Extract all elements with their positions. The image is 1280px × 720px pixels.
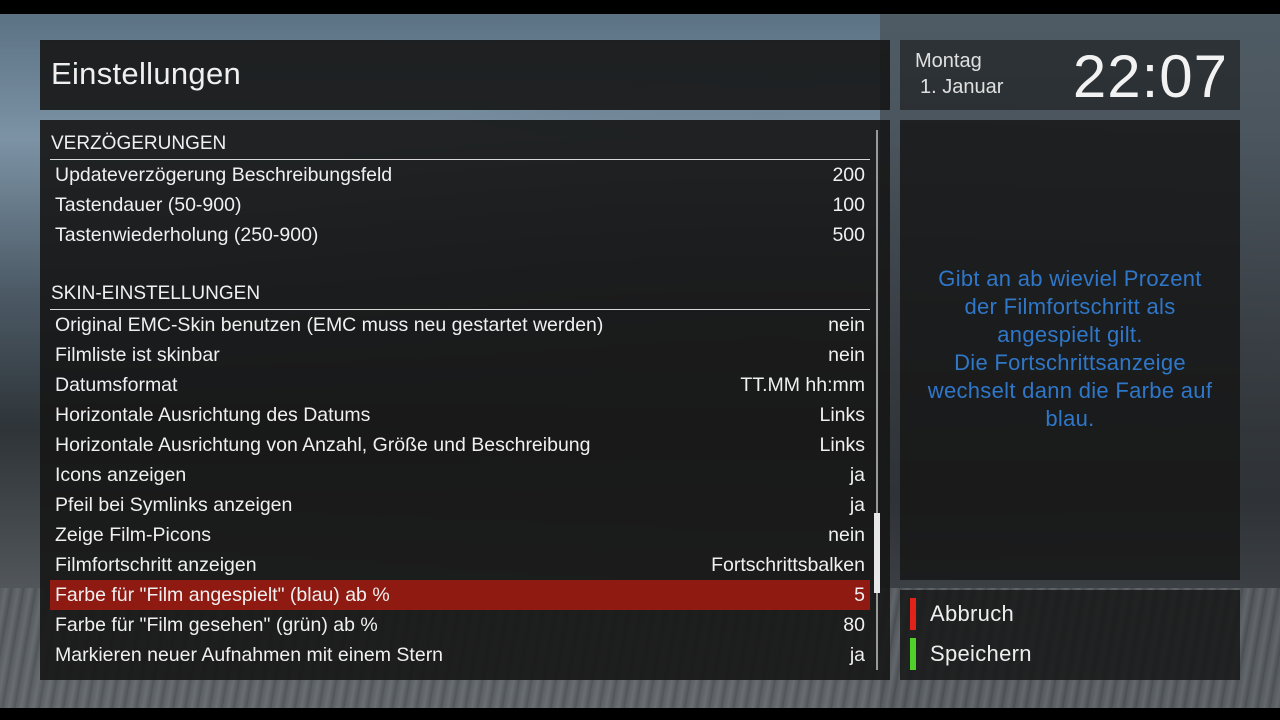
setting-label: Horizontale Ausrichtung des Datums [55,404,371,426]
description-line: wechselt dann die Farbe auf [927,378,1213,403]
cancel-button-label: Abbruch [930,601,1015,626]
cancel-button[interactable]: Abbruch [910,598,1210,630]
clock-day: Montag [915,50,982,72]
setting-value: Links [819,404,865,426]
setting-value: 100 [832,194,865,216]
setting-label: Tastenwiederholung (250-900) [55,224,319,246]
setting-value: 80 [843,614,865,636]
setting-value: ja [849,494,865,516]
setting-value: Fortschrittsbalken [711,554,865,576]
red-key-indicator [910,598,916,630]
setting-row-show-icons[interactable]: Icons anzeigen ja [50,460,870,490]
setting-row-movielist-skinnable[interactable]: Filmliste ist skinbar nein [50,340,870,370]
description-line: blau. [1045,406,1095,431]
setting-label: Farbe für "Film gesehen" (grün) ab % [55,614,378,636]
setting-label: Filmliste ist skinbar [55,344,220,366]
title-bar: Einstellungen [40,40,890,110]
scrollbar-thumb[interactable] [874,513,880,593]
setting-label: Farbe für "Film angespielt" (blau) ab % [55,584,390,606]
page-title: Einstellungen [51,56,242,91]
setting-value: 5 [854,584,865,606]
setting-label: Updateverzögerung Beschreibungsfeld [55,164,393,186]
description-line: der Filmfortschritt als [964,294,1176,319]
settings-list-panel: VERZÖGERUNGEN Updateverzögerung Beschrei… [40,120,890,680]
description-line: Die Fortschrittsanzeige [954,350,1186,375]
settings-list: VERZÖGERUNGEN Updateverzögerung Beschrei… [50,130,870,670]
save-button-label: Speichern [930,641,1032,666]
description-text: Gibt an ab wieviel Prozent der Filmforts… [910,265,1230,433]
setting-row-date-format[interactable]: Datumsformat TT.MM hh:mm [50,370,870,400]
setting-label: Tastendauer (50-900) [55,194,242,216]
color-buttons-panel: Abbruch Speichern [900,590,1240,680]
setting-value: TT.MM hh:mm [740,374,865,396]
setting-row-description-update-delay[interactable]: Updateverzögerung Beschreibungsfeld 200 [50,160,870,190]
setting-row-key-repeat[interactable]: Tastenwiederholung (250-900) 500 [50,220,870,250]
clock-time: 22:07 [1072,43,1228,110]
setting-row-mark-new-recordings[interactable]: Markieren neuer Aufnahmen mit einem Ster… [50,640,870,670]
setting-value: nein [828,314,865,336]
setting-row-watched-color-threshold[interactable]: Farbe für "Film gesehen" (grün) ab % 80 [50,610,870,640]
setting-value: nein [828,344,865,366]
setting-value: 200 [832,164,865,186]
section-header-skin-settings: SKIN-EINSTELLUNGEN [50,280,870,310]
setting-row-played-color-threshold[interactable]: Farbe für "Film angespielt" (blau) ab % … [50,580,870,610]
setting-row-date-alignment[interactable]: Horizontale Ausrichtung des Datums Links [50,400,870,430]
clock-date: 1. Januar [920,76,1004,98]
setting-label: Original EMC-Skin benutzen (EMC muss neu… [55,314,604,336]
setting-value: 500 [832,224,865,246]
setting-label: Datumsformat [55,374,178,396]
green-key-indicator [910,638,916,670]
setting-label: Pfeil bei Symlinks anzeigen [55,494,293,516]
description-panel: Gibt an ab wieviel Prozent der Filmforts… [900,120,1240,580]
setting-label: Zeige Film-Picons [55,524,212,546]
setting-label: Horizontale Ausrichtung von Anzahl, Größ… [55,434,591,456]
setting-value: Links [819,434,865,456]
setting-label: Filmfortschritt anzeigen [55,554,257,576]
setting-row-key-duration[interactable]: Tastendauer (50-900) 100 [50,190,870,220]
setting-row-movie-picons[interactable]: Zeige Film-Picons nein [50,520,870,550]
setting-value: ja [849,464,865,486]
setting-value: nein [828,524,865,546]
clock-panel: Montag 1. Januar 22:07 [900,40,1240,110]
description-line: Gibt an ab wieviel Prozent [938,266,1202,291]
setting-label: Markieren neuer Aufnahmen mit einem Ster… [55,644,444,666]
section-header-delays: VERZÖGERUNGEN [50,130,870,160]
setting-value: ja [849,644,865,666]
setting-row-original-emc-skin[interactable]: Original EMC-Skin benutzen (EMC muss neu… [50,310,870,340]
save-button[interactable]: Speichern [910,638,1210,670]
setting-row-movie-progress[interactable]: Filmfortschritt anzeigen Fortschrittsbal… [50,550,870,580]
setting-row-symlink-arrow[interactable]: Pfeil bei Symlinks anzeigen ja [50,490,870,520]
setting-row-count-size-alignment[interactable]: Horizontale Ausrichtung von Anzahl, Größ… [50,430,870,460]
description-line: angespielt gilt. [997,322,1143,347]
setting-label: Icons anzeigen [55,464,187,486]
